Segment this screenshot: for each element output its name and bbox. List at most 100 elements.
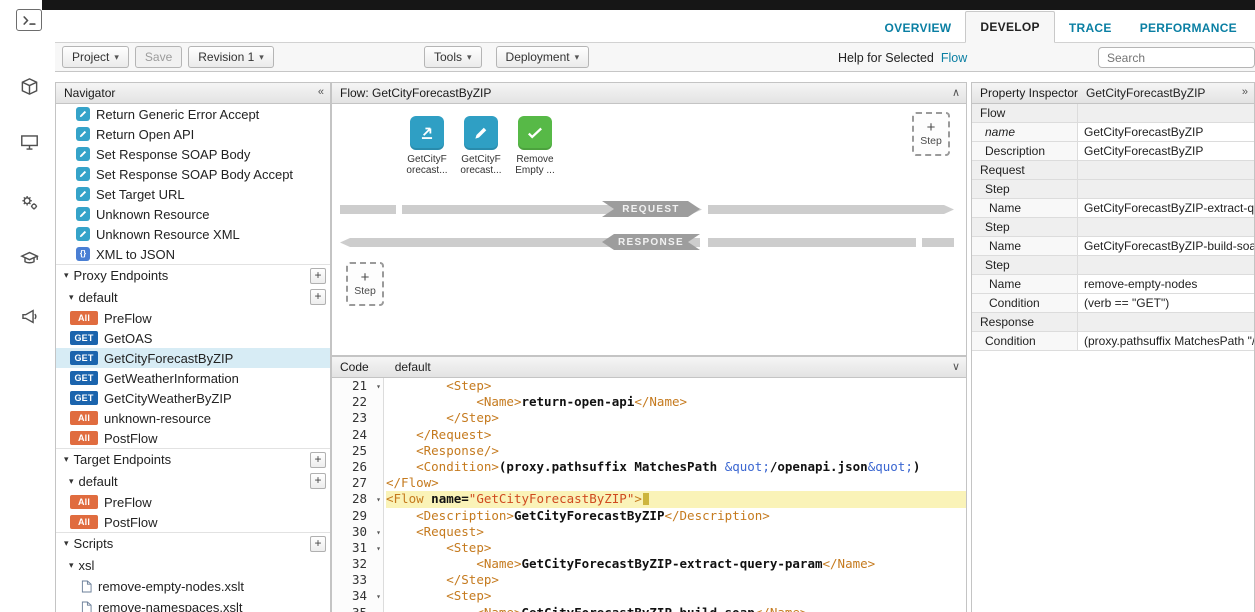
collapse-right-icon[interactable]: »	[1242, 86, 1248, 98]
gutter-line-23[interactable]: 23	[332, 410, 383, 426]
learn-icon[interactable]	[16, 246, 42, 270]
nav-item-default[interactable]: ▾default+	[56, 470, 330, 492]
flow-step-1[interactable]: GetCityForecast...	[404, 116, 450, 176]
gutter-line-26[interactable]: 26	[332, 459, 383, 475]
publish-icon[interactable]	[16, 130, 42, 154]
gutter-line-32[interactable]: 32	[332, 556, 383, 572]
add-button[interactable]: +	[310, 289, 326, 305]
collapse-up-icon[interactable]: ∧	[952, 86, 960, 99]
inspector-row-value[interactable]: GetCityForecastByZIP-build-soap	[1078, 237, 1254, 255]
code-line-29[interactable]: <Description>GetCityForecastByZIP</Descr…	[386, 508, 966, 524]
gutter-line-28[interactable]: 28▾	[332, 491, 383, 507]
terminal-icon[interactable]	[16, 9, 42, 31]
code-line-28[interactable]: <Flow name="GetCityForecastByZIP">	[386, 491, 966, 507]
save-button[interactable]: Save	[135, 46, 182, 68]
code-line-24[interactable]: </Request>	[386, 427, 966, 443]
gutter-line-31[interactable]: 31▾	[332, 540, 383, 556]
code-line-33[interactable]: </Step>	[386, 572, 966, 588]
nav-item-unknown-resource-xml[interactable]: Unknown Resource XML	[56, 224, 330, 244]
add-button[interactable]: +	[310, 473, 326, 489]
inspector-row-value[interactable]: GetCityForecastByZIP	[1078, 142, 1254, 160]
nav-item-proxy-endpoints[interactable]: ▾Proxy Endpoints+	[56, 264, 330, 286]
add-button[interactable]: +	[310, 536, 326, 552]
inspector-row-value[interactable]: remove-empty-nodes	[1078, 275, 1254, 293]
nav-item-set-response-soap-body[interactable]: Set Response SOAP Body	[56, 144, 330, 164]
nav-item-return-generic-error-accept[interactable]: Return Generic Error Accept	[56, 104, 330, 124]
collapse-down-icon[interactable]: ∨	[952, 360, 960, 373]
gutter-line-34[interactable]: 34▾	[332, 588, 383, 604]
nav-item-getoas[interactable]: GETGetOAS	[56, 328, 330, 348]
nav-item-set-response-soap-body-accept[interactable]: Set Response SOAP Body Accept	[56, 164, 330, 184]
add-step-button-bottom[interactable]: + Step	[346, 262, 384, 306]
line-number: 29	[352, 508, 367, 523]
nav-item-remove-empty-nodes-xslt[interactable]: remove-empty-nodes.xslt	[56, 576, 330, 597]
code-line-34[interactable]: <Step>	[386, 588, 966, 604]
fold-caret-icon[interactable]: ▾	[376, 541, 381, 557]
tools-menu-button[interactable]: Tools ▾	[424, 46, 482, 68]
add-button[interactable]: +	[310, 268, 326, 284]
nav-item-target-endpoints[interactable]: ▾Target Endpoints+	[56, 448, 330, 470]
code-line-23[interactable]: </Step>	[386, 410, 966, 426]
revision-menu-button[interactable]: Revision 1 ▾	[188, 46, 274, 68]
gutter-line-22[interactable]: 22	[332, 394, 383, 410]
nav-item-unknown-resource[interactable]: Unknown Resource	[56, 204, 330, 224]
inspector-row-value[interactable]: (verb == "GET")	[1078, 294, 1254, 312]
tab-overview[interactable]: OVERVIEW	[871, 13, 966, 43]
code-line-32[interactable]: <Name>GetCityForecastByZIP-extract-query…	[386, 556, 966, 572]
flow-step-2[interactable]: GetCityForecast...	[458, 116, 504, 176]
code-editor[interactable]: 21▾22232425262728▾2930▾31▾323334▾35 <Ste…	[332, 378, 966, 612]
gutter-line-25[interactable]: 25	[332, 443, 383, 459]
nav-item-getcityforecastbyzip[interactable]: GETGetCityForecastByZIP	[56, 348, 330, 368]
add-step-button-top[interactable]: + Step	[912, 112, 950, 156]
collapse-left-icon[interactable]: «	[318, 86, 324, 98]
tab-trace[interactable]: TRACE	[1055, 13, 1126, 43]
code-line-25[interactable]: <Response/>	[386, 443, 966, 459]
nav-item-getweatherinformation[interactable]: GETGetWeatherInformation	[56, 368, 330, 388]
nav-item-postflow[interactable]: AllPostFlow	[56, 512, 330, 532]
project-menu-button[interactable]: Project ▾	[62, 46, 129, 68]
gutter-line-33[interactable]: 33	[332, 572, 383, 588]
add-button[interactable]: +	[310, 452, 326, 468]
gutter-line-27[interactable]: 27	[332, 475, 383, 491]
deployment-menu-button[interactable]: Deployment ▾	[496, 46, 590, 68]
code-line-35[interactable]: <Name>GetCityForecastByZIP-build-soap</N…	[386, 605, 966, 612]
inspector-row-value[interactable]: GetCityForecastByZIP-extract-qu	[1078, 199, 1254, 217]
nav-item-xml-to-json[interactable]: {}XML to JSON	[56, 244, 330, 264]
nav-item-getcityweatherbyzip[interactable]: GETGetCityWeatherByZIP	[56, 388, 330, 408]
inspector-row-value[interactable]: (proxy.pathsuffix MatchesPath "/c	[1078, 332, 1254, 350]
gutter-line-29[interactable]: 29	[332, 508, 383, 524]
nav-item-return-open-api[interactable]: Return Open API	[56, 124, 330, 144]
api-proxies-icon[interactable]	[16, 74, 42, 98]
tab-performance[interactable]: PERFORMANCE	[1126, 13, 1251, 43]
gutter-line-35[interactable]: 35	[332, 605, 383, 612]
gutter-line-21[interactable]: 21▾	[332, 378, 383, 394]
help-flow-link[interactable]: Flow	[941, 51, 967, 65]
code-line-31[interactable]: <Step>	[386, 540, 966, 556]
nav-item-remove-namespaces-xslt[interactable]: remove-namespaces.xslt	[56, 597, 330, 612]
fold-caret-icon[interactable]: ▾	[376, 525, 381, 541]
nav-item-postflow[interactable]: AllPostFlow	[56, 428, 330, 448]
nav-item-preflow[interactable]: AllPreFlow	[56, 492, 330, 512]
nav-item-scripts[interactable]: ▾Scripts+	[56, 532, 330, 554]
flow-step-3[interactable]: RemoveEmpty ...	[512, 116, 558, 176]
search-input[interactable]	[1098, 47, 1255, 68]
code-line-27[interactable]: </Flow>	[386, 475, 966, 491]
fold-caret-icon[interactable]: ▾	[376, 589, 381, 605]
nav-item-unknown-resource[interactable]: Allunknown-resource	[56, 408, 330, 428]
code-line-22[interactable]: <Name>return-open-api</Name>	[386, 394, 966, 410]
code-line-30[interactable]: <Request>	[386, 524, 966, 540]
announcements-icon[interactable]	[16, 304, 42, 328]
nav-item-default[interactable]: ▾default+	[56, 286, 330, 308]
code-line-26[interactable]: <Condition>(proxy.pathsuffix MatchesPath…	[386, 459, 966, 475]
admin-icon[interactable]	[16, 190, 42, 214]
tab-develop[interactable]: DEVELOP	[965, 11, 1054, 43]
gutter-line-24[interactable]: 24	[332, 427, 383, 443]
nav-item-set-target-url[interactable]: Set Target URL	[56, 184, 330, 204]
fold-caret-icon[interactable]: ▾	[376, 379, 381, 395]
inspector-row-value[interactable]: GetCityForecastByZIP	[1078, 123, 1254, 141]
fold-caret-icon[interactable]: ▾	[376, 492, 381, 508]
nav-item-preflow[interactable]: AllPreFlow	[56, 308, 330, 328]
nav-item-xsl[interactable]: ▾xsl	[56, 554, 330, 576]
code-line-21[interactable]: <Step>	[386, 378, 966, 394]
gutter-line-30[interactable]: 30▾	[332, 524, 383, 540]
